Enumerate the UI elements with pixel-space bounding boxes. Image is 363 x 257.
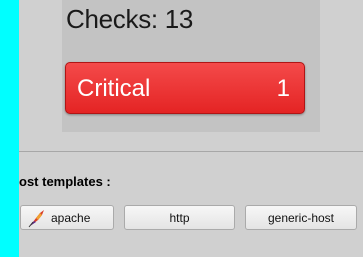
template-button-generic-host[interactable]: generic-host [245,205,357,230]
template-button-label: http [169,210,190,225]
template-button-apache[interactable]: apache [20,205,114,230]
apache-feather-icon [27,208,47,228]
critical-count: 1 [276,75,290,102]
section-divider [19,151,363,152]
critical-label: Critical [77,75,151,102]
template-button-label: apache [51,210,91,225]
template-button-label: generic-host [267,210,335,225]
template-button-http[interactable]: http [124,205,235,230]
host-templates-label: ost templates : [19,174,111,189]
checks-count-title: Checks: 13 [66,4,194,34]
checks-summary-card: Checks: 13 Critical 1 [62,0,320,132]
critical-status-button[interactable]: Critical 1 [65,62,305,114]
